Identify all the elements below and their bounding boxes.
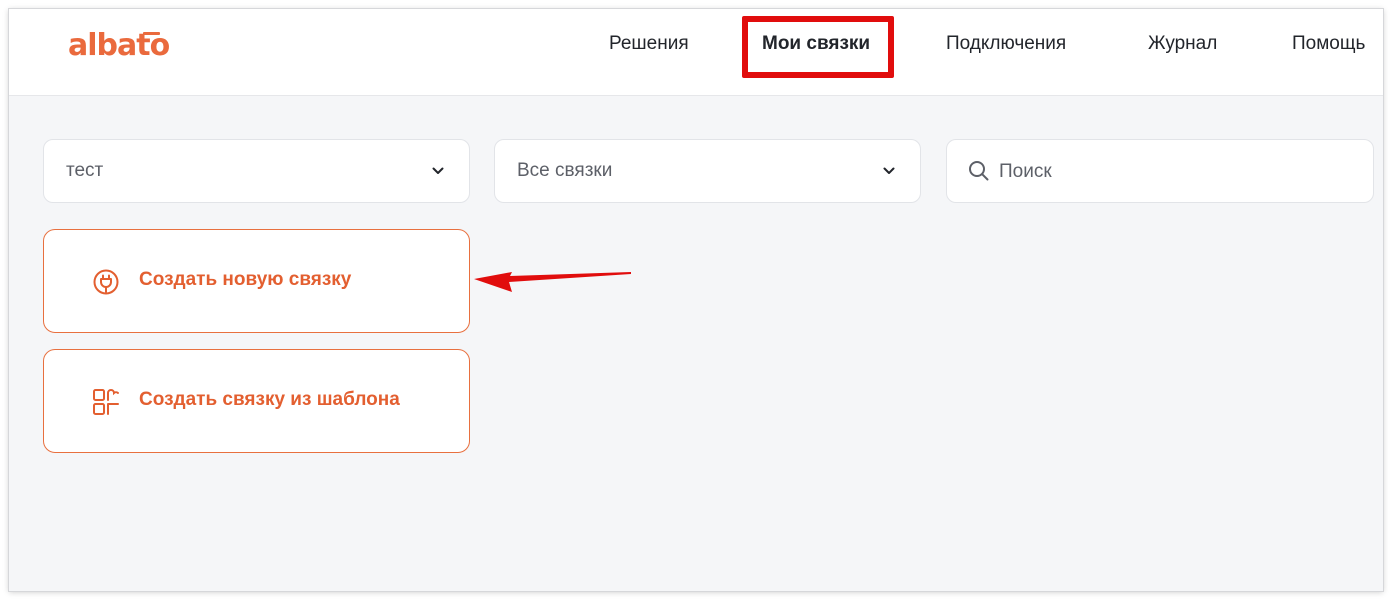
nav-connections[interactable]: Подключения: [946, 33, 1066, 55]
nav-solutions[interactable]: Решения: [609, 33, 689, 55]
chevron-down-icon: [883, 167, 895, 174]
chevron-down-icon: [432, 167, 444, 174]
template-icon: [93, 389, 119, 415]
top-header: albato Решения Мои связки Подключения Жу…: [9, 9, 1383, 96]
bundle-type-select-value: Все связки: [517, 160, 613, 181]
create-new-bundle-button[interactable]: Создать новую связку: [43, 229, 470, 333]
folder-select[interactable]: тест: [43, 139, 470, 203]
nav-highlight-box: [742, 16, 894, 78]
red-arrow-icon: [474, 272, 631, 292]
create-new-bundle-label: Создать новую связку: [139, 269, 352, 290]
app-window: albato Решения Мои связки Подключения Жу…: [9, 9, 1383, 591]
create-from-template-label: Создать связку из шаблона: [139, 389, 400, 410]
create-from-template-button[interactable]: Создать связку из шаблона: [43, 349, 470, 453]
nav-help[interactable]: Помощь: [1292, 33, 1365, 55]
nav-log[interactable]: Журнал: [1148, 33, 1217, 55]
bundle-type-select[interactable]: Все связки: [494, 139, 921, 203]
search-box[interactable]: [946, 139, 1374, 203]
search-input[interactable]: [999, 152, 1349, 192]
search-icon: [969, 161, 989, 181]
logo-accent-bar: [143, 32, 160, 35]
plug-icon: [93, 269, 119, 295]
folder-select-value: тест: [66, 160, 104, 181]
